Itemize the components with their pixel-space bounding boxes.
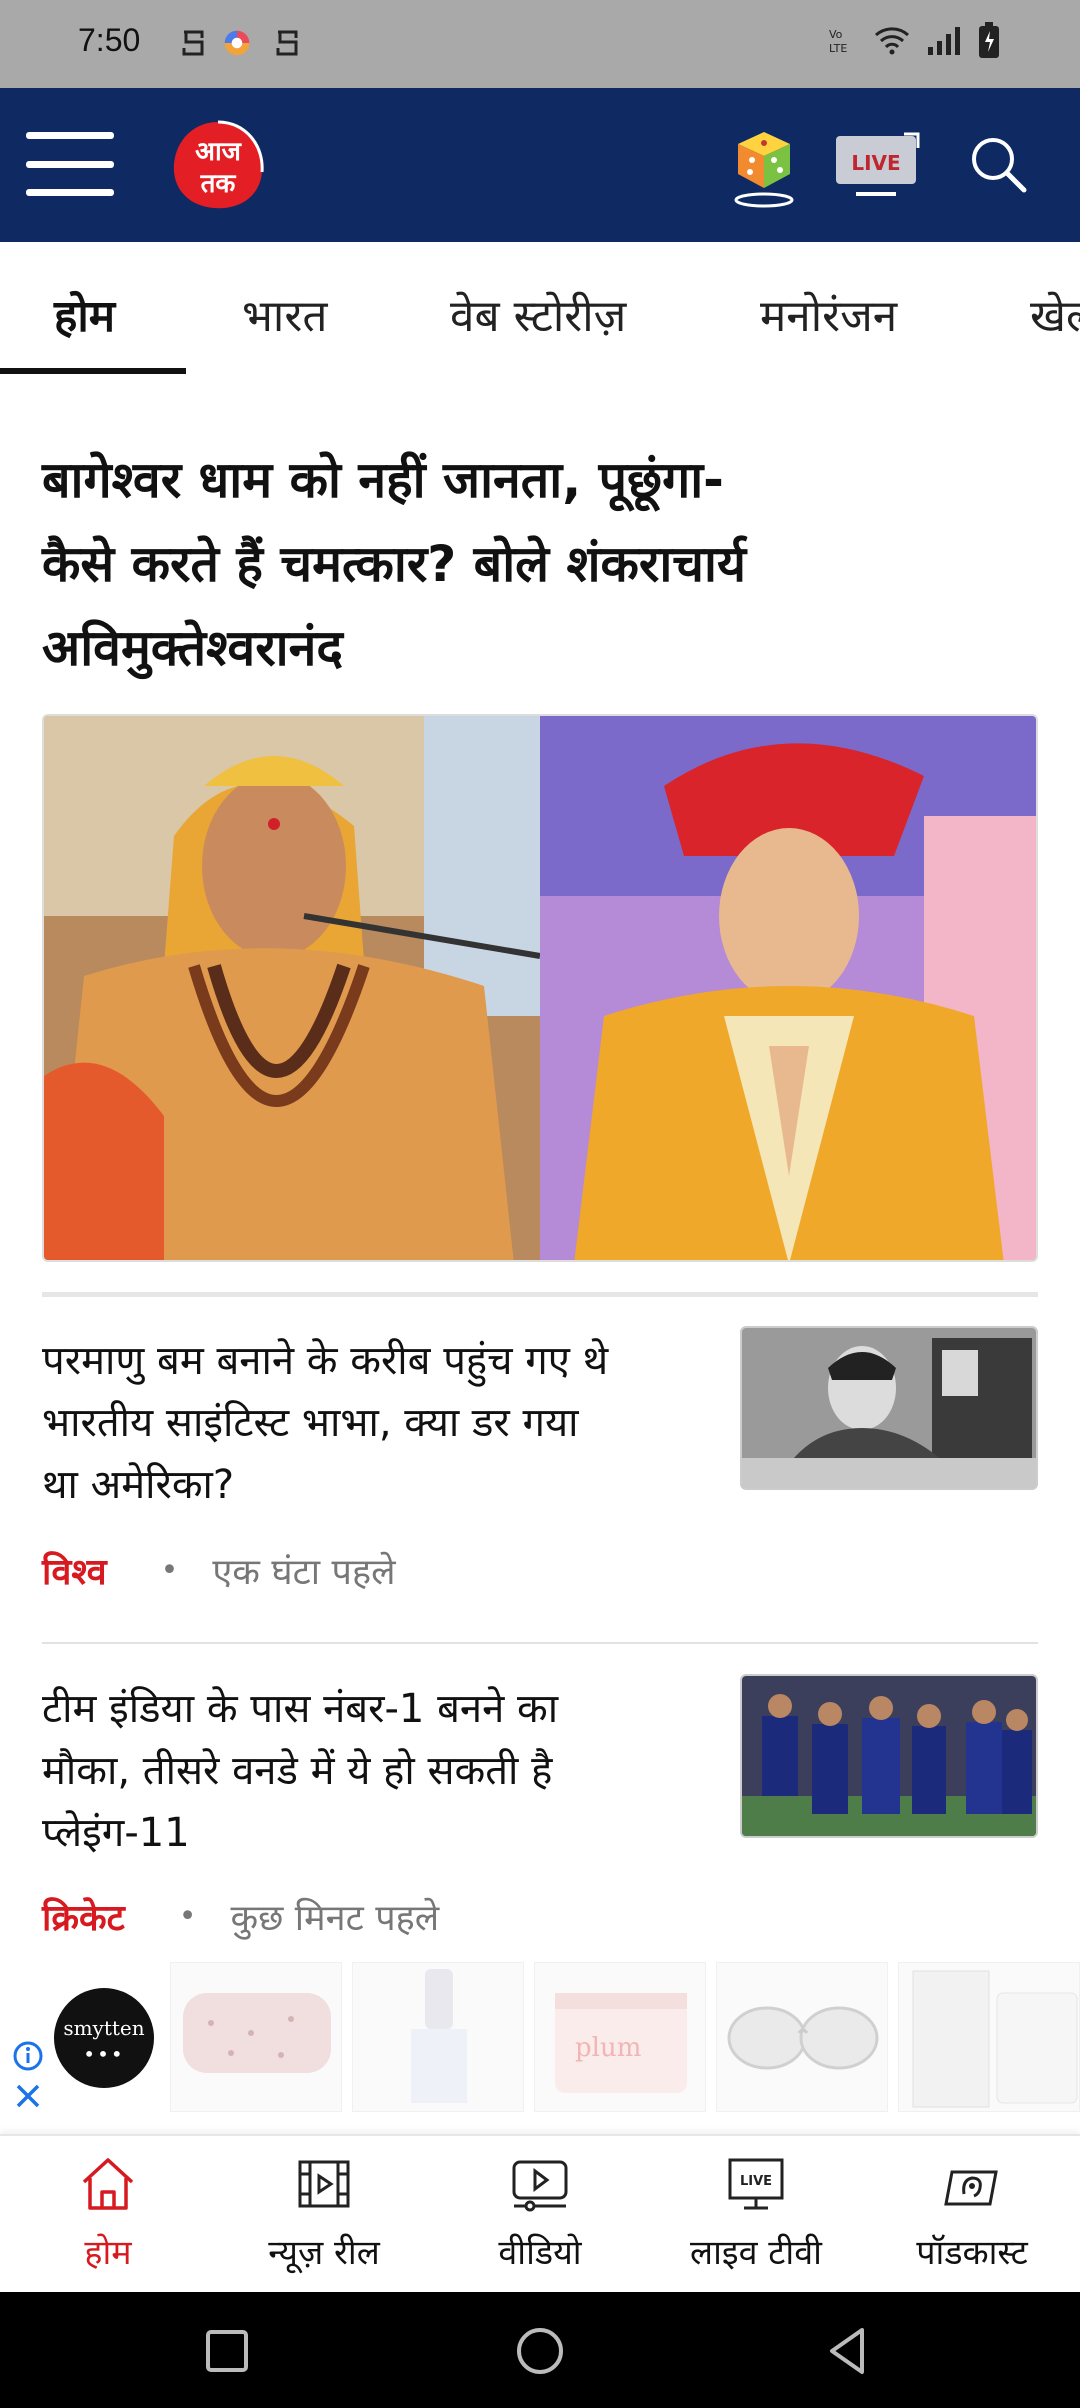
ad-banner[interactable]: smytten ••• plum	[0, 1956, 1080, 2116]
aajtak-logo[interactable]: आज तक	[168, 118, 268, 212]
candle-image	[912, 1970, 1078, 2108]
app-header: आज तक LIVE	[0, 88, 1080, 242]
nav-label: पॉडकास्ट	[916, 2233, 1028, 2273]
menu-button[interactable]	[26, 128, 114, 200]
story-category[interactable]: विश्व	[42, 1546, 107, 1595]
ad-info-icon[interactable]	[12, 2040, 44, 2072]
nav-home[interactable]: होम	[0, 2136, 216, 2294]
nav-video[interactable]: वीडियो	[432, 2136, 648, 2294]
system-navigation-bar	[0, 2292, 1080, 2408]
story-time: एक घंटा पहले	[212, 1552, 396, 1593]
volte-icon: VoLTE	[829, 28, 847, 55]
active-tab-indicator	[0, 368, 186, 374]
notification-s-icon	[182, 30, 204, 56]
video-play-icon	[512, 2160, 568, 2212]
clutch-image	[183, 1993, 331, 2073]
meta-separator: •	[178, 1899, 197, 1934]
nav-podcast[interactable]: पॉडकास्ट	[864, 2136, 1080, 2294]
svg-text:LIVE: LIVE	[851, 151, 900, 175]
top-story-image[interactable]	[42, 714, 1038, 1262]
nav-label: लाइव टीवी	[690, 2233, 822, 2273]
nav-label: होम	[84, 2233, 132, 2273]
ad-close-icon[interactable]	[12, 2080, 44, 2112]
film-reel-icon	[298, 2160, 350, 2208]
ad-product-plum[interactable]: plum	[534, 1962, 706, 2112]
category-tabs: होम भारत वेब स्टोरीज़ मनोरंजन खेल	[0, 242, 1080, 374]
story-title-line: टीम इंडिया के पास नंबर-1 बनने का	[42, 1686, 559, 1732]
home-icon	[82, 2158, 134, 2210]
svg-text:आज: आज	[195, 137, 243, 167]
status-bar: 7:50 Vo LTE	[0, 0, 1080, 88]
nailpolish-image	[411, 1969, 467, 2103]
story-photo	[742, 1328, 1036, 1488]
more-dots-icon: •••	[83, 2042, 125, 2066]
status-indicators: Vo LTE	[828, 22, 1000, 58]
svg-text:तक: तक	[200, 169, 237, 199]
sunglasses-image	[727, 2006, 879, 2070]
ad-product-candle[interactable]	[898, 1962, 1080, 2112]
back-icon[interactable]	[822, 2324, 876, 2378]
plum-label: plum	[575, 2033, 642, 2063]
headline-line: बागेश्वर धाम को नहीं जानता, पूछूंगा-	[42, 451, 724, 509]
battery-icon	[979, 22, 999, 58]
story-photo	[742, 1676, 1036, 1836]
nav-label: न्यूज़ रील	[268, 2233, 380, 2273]
svg-text:LIVE: LIVE	[740, 2174, 772, 2189]
ad-product-nailpolish[interactable]	[352, 1962, 524, 2112]
story-title[interactable]: टीम इंडिया के पास नंबर-1 बनने का मौका, त…	[42, 1678, 682, 1864]
browser-icon	[224, 30, 250, 56]
notification-s-icon	[276, 30, 298, 56]
story-meta: विश्व • एक घंटा पहले	[42, 1546, 396, 1595]
nav-live-tv[interactable]: LIVE लाइव टीवी	[648, 2136, 864, 2294]
home-circle-icon[interactable]	[513, 2324, 567, 2378]
section-divider	[42, 1292, 1038, 1297]
signal-icon	[928, 27, 960, 55]
top-story-headline[interactable]: बागेश्वर धाम को नहीं जानता, पूछूंगा- कैस…	[42, 438, 1042, 690]
meta-separator: •	[160, 1553, 179, 1588]
svg-text:Vo: Vo	[829, 28, 843, 41]
ad-product-clutch[interactable]	[170, 1962, 342, 2112]
headline-line: कैसे करते हैं चमत्कार? बोले शंकराचार्य	[42, 535, 746, 593]
live-tv-icon: LIVE	[728, 2158, 784, 2210]
dice-game-icon[interactable]	[728, 124, 798, 210]
story-thumbnail[interactable]	[740, 1674, 1038, 1838]
tab-sports[interactable]: खेल	[1030, 284, 1080, 344]
nav-label: वीडियो	[498, 2233, 582, 2273]
story-time: कुछ मिनट पहले	[230, 1898, 440, 1939]
tab-bharat[interactable]: भारत	[242, 284, 327, 344]
recents-icon[interactable]	[200, 2324, 254, 2378]
podcast-icon	[944, 2170, 998, 2206]
live-tv-button[interactable]: LIVE	[834, 132, 920, 204]
ad-brand-name: smytten	[63, 2016, 145, 2040]
wifi-icon	[875, 27, 909, 55]
story-title-line: भारतीय साइंटिस्ट भाभा, क्या डर गया	[42, 1400, 579, 1446]
headline-line: अविमुक्तेश्वरानंद	[42, 619, 343, 677]
nav-news-reel[interactable]: न्यूज़ रील	[216, 2136, 432, 2294]
story-category[interactable]: क्रिकेट	[42, 1892, 125, 1941]
hero-photo	[44, 716, 1036, 1260]
hamburger-icon-line	[26, 132, 114, 139]
tab-web-stories[interactable]: वेब स्टोरीज़	[450, 284, 626, 344]
ad-brand-badge[interactable]: smytten •••	[54, 1988, 154, 2088]
search-icon[interactable]	[968, 134, 1028, 194]
status-time: 7:50	[78, 22, 141, 58]
story-meta: क्रिकेट • कुछ मिनट पहले	[42, 1892, 439, 1941]
story-divider	[42, 1642, 1038, 1644]
story-title[interactable]: परमाणु बम बनाने के करीब पहुंच गए थे भारत…	[42, 1330, 682, 1516]
tab-home[interactable]: होम	[54, 284, 115, 344]
story-title-line: प्लेइंग-11	[42, 1810, 190, 1856]
ad-product-sunglasses[interactable]	[716, 1962, 888, 2112]
story-title-line: परमाणु बम बनाने के करीब पहुंच गए थे	[42, 1338, 609, 1384]
hamburger-icon-line	[26, 189, 114, 196]
svg-text:LTE: LTE	[829, 42, 847, 55]
bottom-navigation: होम न्यूज़ रील वीडियो LIVE लाइव टीवी पॉड…	[0, 2134, 1080, 2292]
story-thumbnail[interactable]	[740, 1326, 1038, 1490]
story-title-line: था अमेरिका?	[42, 1462, 235, 1508]
tab-entertainment[interactable]: मनोरंजन	[760, 284, 897, 344]
story-title-line: मौका, तीसरे वनडे में ये हो सकती है	[42, 1748, 553, 1794]
hamburger-icon-line	[26, 160, 114, 168]
